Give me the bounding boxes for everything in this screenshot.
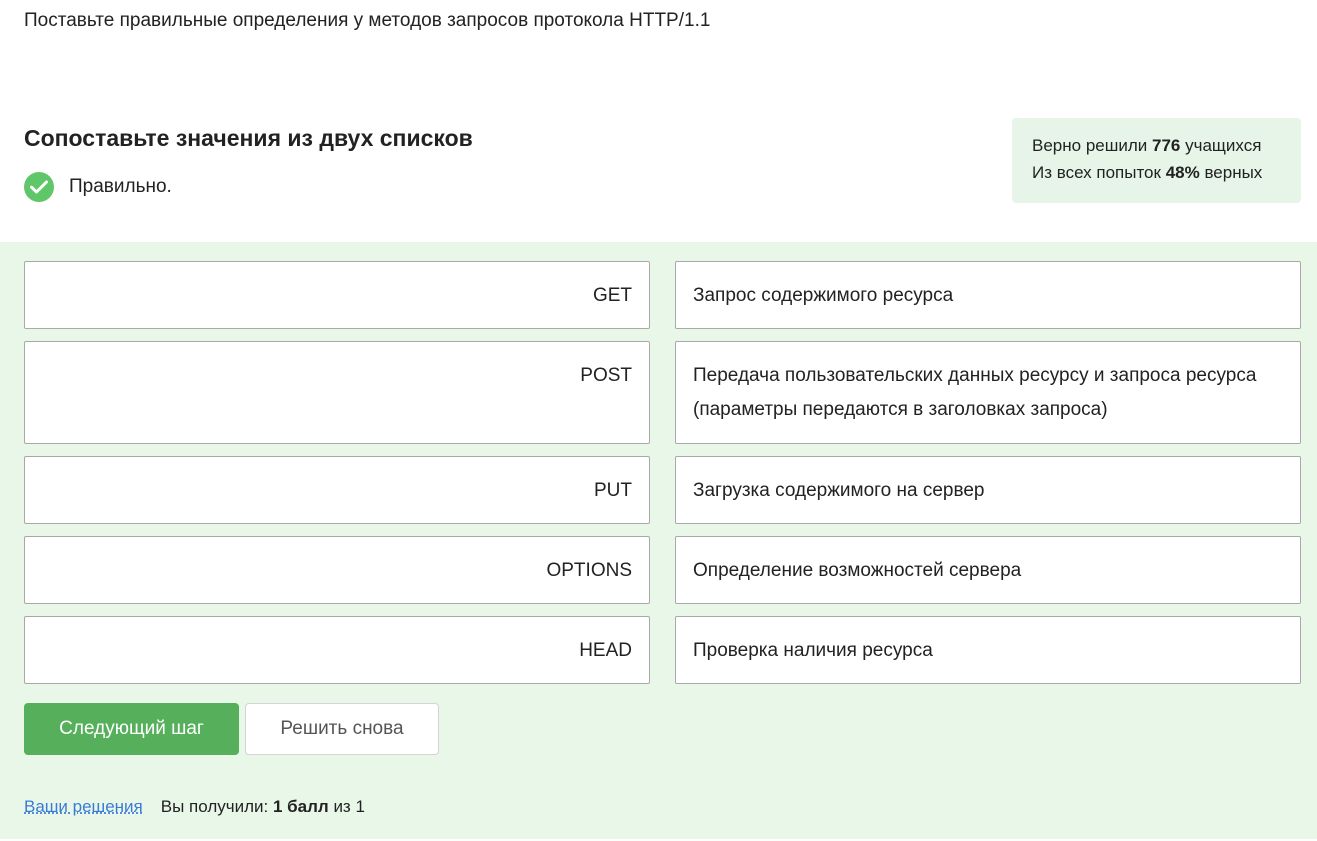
your-solutions-link[interactable]: Ваши решения	[24, 795, 143, 819]
method-item[interactable]: OPTIONS	[24, 536, 650, 604]
retry-button[interactable]: Решить снова	[245, 703, 439, 755]
check-circle-icon	[24, 172, 54, 202]
score-value: 1 балл	[272, 797, 329, 816]
question-text: Поставьте правильные определения у метод…	[24, 10, 711, 31]
result-status: Правильно.	[24, 172, 172, 202]
match-pair: GET Запрос содержимого ресурса	[24, 261, 1301, 329]
match-pair: OPTIONS Определение возможностей сервера	[24, 536, 1301, 604]
stats-solved-prefix: Верно решили	[1032, 136, 1148, 155]
status-label: Правильно.	[69, 176, 172, 197]
stats-attempts-percent: 48%	[1165, 163, 1200, 182]
stats-attempts-suffix: верных	[1204, 163, 1263, 182]
method-item[interactable]: HEAD	[24, 616, 650, 684]
method-item[interactable]: GET	[24, 261, 650, 329]
next-step-button[interactable]: Следующий шаг	[24, 703, 239, 755]
definition-item[interactable]: Загрузка содержимого на сервер	[675, 456, 1301, 524]
method-item[interactable]: PUT	[24, 456, 650, 524]
definition-item[interactable]: Проверка наличия ресурса	[675, 616, 1301, 684]
definition-item[interactable]: Передача пользовательских данных ресурсу…	[675, 341, 1301, 444]
score-prefix: Вы получили:	[160, 797, 269, 816]
stats-solved-suffix: учащихся	[1185, 136, 1262, 155]
match-pair: PUT Загрузка содержимого на сервер	[24, 456, 1301, 524]
stats-solved-count: 776	[1152, 136, 1181, 155]
stats-attempts-prefix: Из всех попыток	[1032, 163, 1161, 182]
quiz-title: Сопоставьте значения из двух списков	[24, 125, 473, 151]
match-pair: HEAD Проверка наличия ресурса	[24, 616, 1301, 684]
footer: Ваши решения Вы получили: 1 балл из 1	[24, 795, 365, 819]
stats-solved: Верно решили 776 учащихся	[1032, 131, 1281, 161]
stats-attempts: Из всех попыток 48% верных	[1032, 158, 1281, 188]
definition-item[interactable]: Запрос содержимого ресурса	[675, 261, 1301, 329]
definition-item[interactable]: Определение возможностей сервера	[675, 536, 1301, 604]
method-item[interactable]: POST	[24, 341, 650, 444]
score-suffix: из 1	[333, 797, 365, 816]
match-pair: POST Передача пользовательских данных ре…	[24, 341, 1301, 444]
stats-panel: Верно решили 776 учащихся Из всех попыто…	[1012, 118, 1301, 203]
